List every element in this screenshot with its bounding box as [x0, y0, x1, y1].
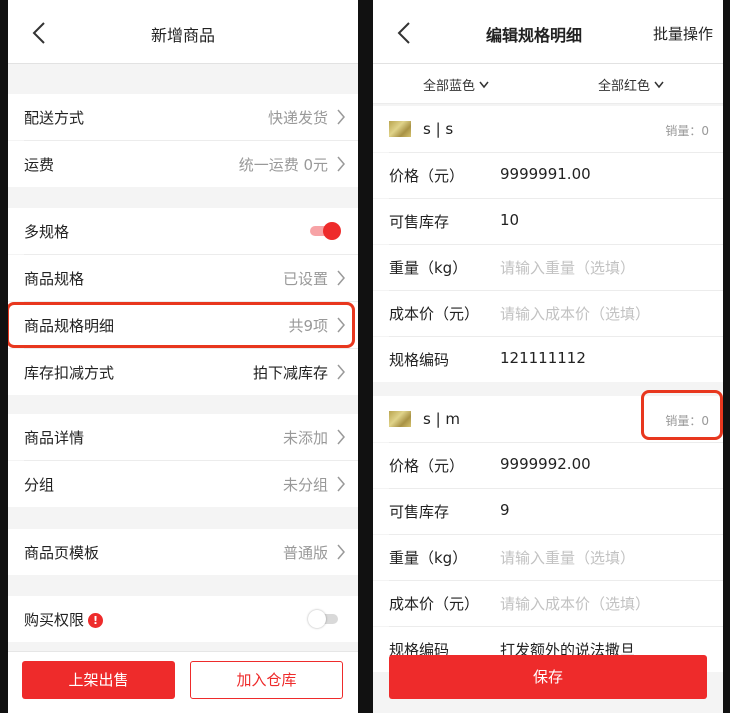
header: 编辑规格明细 批量操作	[373, 0, 723, 64]
publish-button[interactable]: 上架出售	[22, 661, 175, 699]
price-input[interactable]: 9999991.00	[500, 165, 591, 183]
spec-name: s | m	[423, 410, 461, 428]
weight-field[interactable]: 重量（kg） 请输入重量（选填）	[373, 535, 723, 580]
header: 新增商品	[8, 0, 358, 64]
freight-label: 运费	[24, 156, 55, 174]
template-value: 普通版	[282, 544, 328, 562]
spec-header: s | s 销量：0	[373, 106, 723, 152]
purchase-limit-text: 购买权限	[24, 611, 85, 629]
delivery-label: 配送方式	[24, 109, 85, 127]
weight-input[interactable]: 请输入重量（选填）	[500, 257, 635, 278]
chevron-right-icon	[336, 364, 346, 380]
stock-input[interactable]: 10	[500, 211, 519, 229]
stock-label: 可售库存	[389, 503, 450, 521]
freight-row[interactable]: 运费 统一运费 0元	[8, 141, 358, 187]
cost-label: 成本价（元）	[389, 595, 480, 613]
warning-icon[interactable]: !	[88, 613, 104, 628]
highlight-box	[8, 302, 355, 348]
stock-mode-label: 库存扣减方式	[24, 364, 115, 382]
chevron-right-icon	[336, 429, 346, 445]
chevron-right-icon	[336, 544, 346, 560]
multi-spec-toggle[interactable]	[308, 221, 342, 241]
spec-label: 商品规格	[24, 270, 85, 288]
cost-input[interactable]: 请输入成本价（选填）	[500, 303, 650, 324]
highlight-box	[641, 390, 723, 440]
filter-color-b-label: 全部红色	[598, 79, 651, 94]
filter-color-b[interactable]: 全部红色	[598, 75, 664, 94]
cost-field[interactable]: 成本价（元） 请输入成本价（选填）	[373, 291, 723, 336]
bottom-action-bar: 上架出售 加入仓库	[8, 651, 358, 713]
price-field[interactable]: 价格（元） 9999991.00	[373, 153, 723, 198]
page-title: 新增商品	[150, 26, 215, 45]
cost-label: 成本价（元）	[389, 305, 480, 323]
chevron-right-icon	[336, 156, 346, 172]
weight-label: 重量（kg）	[389, 549, 468, 567]
code-field[interactable]: 规格编码 121111112	[373, 337, 723, 382]
code-label: 规格编码	[389, 351, 450, 369]
purchase-limit-row: 购买权限!	[8, 596, 358, 642]
price-input[interactable]: 9999992.00	[500, 455, 591, 473]
group-row[interactable]: 分组 未分组	[8, 461, 358, 507]
purchase-limit-toggle[interactable]	[308, 609, 342, 629]
new-product-screen: 新增商品 配送方式 快递发货 运费 统一运费 0元 多规格 商品规格 已设置 商…	[8, 0, 358, 713]
group-label: 分组	[24, 476, 55, 494]
stock-field[interactable]: 可售库存 10	[373, 199, 723, 244]
multi-spec-label: 多规格	[24, 223, 70, 241]
detail-value: 未添加	[282, 429, 328, 447]
chevron-right-icon	[336, 270, 346, 286]
weight-field[interactable]: 重量（kg） 请输入重量（选填）	[373, 245, 723, 290]
weight-input[interactable]: 请输入重量（选填）	[500, 547, 635, 568]
filter-bar: 全部蓝色 全部红色	[373, 64, 723, 104]
stock-field[interactable]: 可售库存 9	[373, 489, 723, 534]
filter-color-a-label: 全部蓝色	[423, 79, 476, 94]
price-label: 价格（元）	[389, 457, 465, 475]
purchase-limit-label: 购买权限!	[24, 609, 104, 630]
delivery-value: 快递发货	[267, 109, 328, 127]
detail-label: 商品详情	[24, 429, 85, 447]
spec-value: 已设置	[282, 270, 328, 288]
stock-input[interactable]: 9	[500, 501, 510, 519]
edit-spec-detail-screen: 编辑规格明细 批量操作 全部蓝色 全部红色 s | s 销量：0 价格（元） 9…	[373, 0, 723, 713]
stock-label: 可售库存	[389, 213, 450, 231]
batch-operation-button[interactable]: 批量操作	[653, 23, 713, 44]
freight-value: 统一运费 0元	[238, 156, 328, 174]
cost-input[interactable]: 请输入成本价（选填）	[500, 593, 650, 614]
price-label: 价格（元）	[389, 167, 465, 185]
save-bar: 保存	[373, 643, 723, 713]
chevron-right-icon	[336, 476, 346, 492]
code-input[interactable]: 121111112	[500, 349, 586, 367]
chevron-right-icon	[336, 109, 346, 125]
template-label: 商品页模板	[24, 544, 100, 562]
weight-label: 重量（kg）	[389, 259, 468, 277]
group-value: 未分组	[282, 476, 328, 494]
cost-field[interactable]: 成本价（元） 请输入成本价（选填）	[373, 581, 723, 626]
delivery-row[interactable]: 配送方式 快递发货	[8, 94, 358, 140]
stock-mode-value: 拍下减库存	[252, 364, 328, 382]
chevron-down-icon	[479, 81, 489, 89]
price-field[interactable]: 价格（元） 9999992.00	[373, 443, 723, 488]
add-to-warehouse-button[interactable]: 加入仓库	[190, 661, 343, 699]
spec-image-thumbnail	[389, 121, 411, 137]
chevron-down-icon	[654, 81, 664, 89]
multi-spec-row: 多规格	[8, 208, 358, 254]
filter-color-a[interactable]: 全部蓝色	[423, 75, 489, 94]
save-button[interactable]: 保存	[389, 655, 707, 699]
template-row[interactable]: 商品页模板 普通版	[8, 529, 358, 575]
stock-mode-row[interactable]: 库存扣减方式 拍下减库存	[8, 349, 358, 395]
spec-name: s | s	[423, 120, 454, 138]
spec-row[interactable]: 商品规格 已设置	[8, 255, 358, 301]
detail-row[interactable]: 商品详情 未添加	[8, 414, 358, 460]
spec-image-thumbnail	[389, 411, 411, 427]
sales-count: 销量：0	[665, 124, 709, 138]
